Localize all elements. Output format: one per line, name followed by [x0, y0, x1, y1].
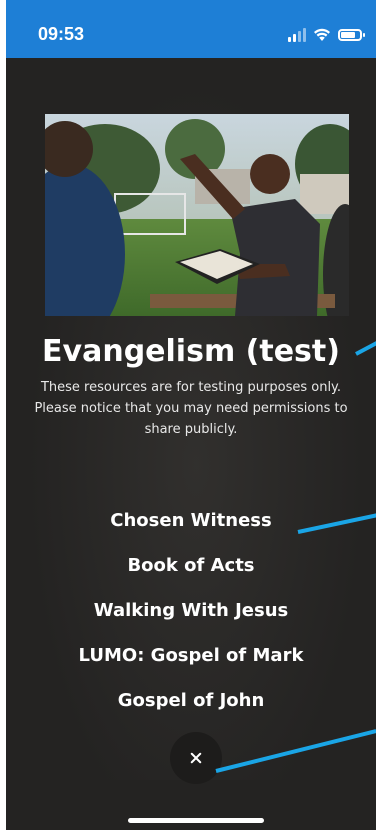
wifi-icon [314, 28, 330, 41]
page-description: These resources are for testing purposes… [34, 380, 348, 437]
app-screen: 09:53 Evangelism (test) These resources … [6, 0, 376, 830]
menu-item-walking-with-jesus[interactable]: Walking With Jesus [6, 595, 376, 640]
menu-item-lumo-gospel-of-mark[interactable]: LUMO: Gospel of Mark [6, 640, 376, 685]
resource-menu: Chosen Witness Book of Acts Walking With… [6, 505, 376, 730]
hero-image [45, 114, 349, 316]
status-time: 09:53 [38, 24, 85, 44]
menu-item-gospel-of-john[interactable]: Gospel of John [6, 685, 376, 730]
cellular-signal-icon [288, 28, 306, 42]
battery-icon [338, 29, 365, 41]
home-indicator [128, 818, 264, 823]
status-bar: 09:53 [6, 0, 376, 58]
status-icons [288, 24, 365, 46]
menu-item-book-of-acts[interactable]: Book of Acts [6, 550, 376, 595]
page-title: Evangelism (test) [42, 334, 340, 369]
close-button[interactable] [170, 732, 222, 784]
close-icon [190, 752, 202, 764]
